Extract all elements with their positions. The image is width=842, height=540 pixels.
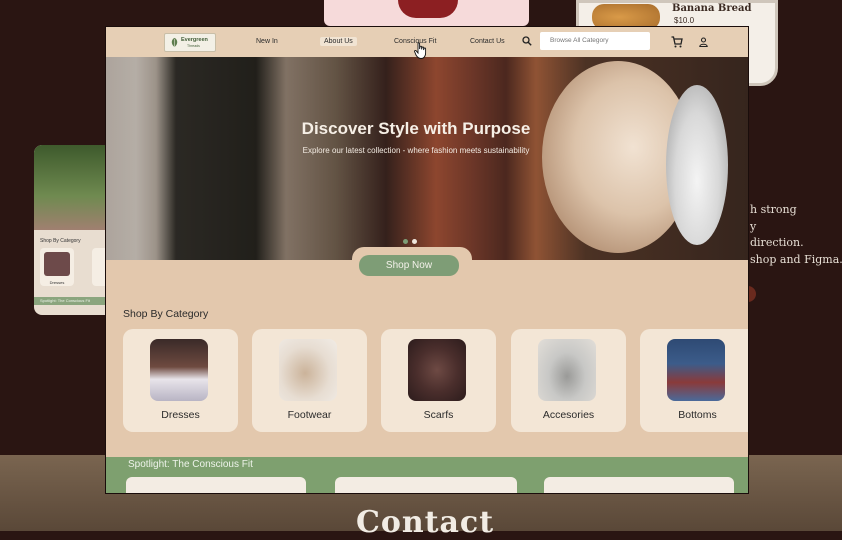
category-label: Scarfs [423, 409, 454, 421]
brand-logo[interactable]: Evergreen Threads [164, 33, 216, 52]
category-card-accesories[interactable]: Accesories [511, 329, 626, 432]
category-label: Accesories [542, 409, 595, 421]
hero-oval-photo [666, 85, 728, 245]
leaf-icon [171, 37, 178, 48]
category-section-title: Shop By Category [123, 308, 209, 320]
background-seal-image [398, 0, 458, 18]
description-line: direction. [750, 236, 804, 249]
category-label: Bottoms [678, 409, 717, 421]
hand-cursor-icon [414, 42, 427, 59]
spotlight-title: Spotlight: The Conscious Fit [128, 459, 253, 470]
nav-link-about-us[interactable]: About Us [320, 37, 357, 46]
scarfs-image [408, 339, 466, 401]
category-card-bottoms[interactable]: Bottoms [640, 329, 748, 432]
category-card-footwear[interactable]: Footwear [252, 329, 367, 432]
background-description: h strong y direction. shop and Figma. [750, 202, 842, 268]
logo-wordmark: Evergreen [181, 37, 208, 43]
description-line: shop and Figma. [750, 252, 842, 266]
website-window: Evergreen Threads New In About Us Consci… [106, 27, 748, 493]
mockup-hero-image [34, 145, 114, 230]
mockup-spotlight-text: Spotlight: The Conscious Fit [40, 298, 90, 303]
category-label: Footwear [287, 409, 332, 421]
background-contact-heading: Contact [355, 505, 495, 540]
shop-now-button[interactable]: Shop Now [359, 255, 459, 276]
product-name: Banana Bread [672, 3, 752, 14]
accesories-image [538, 339, 596, 401]
dresses-image [150, 339, 208, 401]
bottoms-image [667, 339, 725, 401]
nav-link-contact-us[interactable]: Contact Us [470, 38, 505, 45]
nav-link-new-in[interactable]: New In [256, 38, 278, 45]
logo-tagline: Threads [187, 44, 200, 48]
search-icon[interactable] [522, 36, 532, 46]
user-icon[interactable] [699, 37, 708, 47]
mockup-tile-image [44, 252, 70, 276]
category-label: Dresses [161, 409, 200, 421]
mockup-tile-label: Dresses [49, 280, 65, 285]
carousel-dot[interactable] [412, 239, 417, 244]
cart-icon[interactable] [671, 36, 683, 48]
hero-title: Discover Style with Purpose [301, 119, 531, 138]
product-price: $10.0 [674, 16, 695, 25]
description-line: y [750, 219, 757, 233]
mockup-category-label: Shop By Category [40, 238, 81, 244]
spotlight-card[interactable] [335, 477, 517, 493]
spotlight-card[interactable] [126, 477, 306, 493]
hero-subtitle: Explore our latest collection - where fa… [302, 146, 530, 155]
carousel-dot-active[interactable] [403, 239, 408, 244]
category-card-dresses[interactable]: Dresses [123, 329, 238, 432]
description-line: h strong [750, 203, 797, 216]
category-card-scarfs[interactable]: Scarfs [381, 329, 496, 432]
footwear-image [279, 339, 337, 401]
spotlight-card[interactable] [544, 477, 734, 493]
hero-banner [106, 57, 748, 260]
category-search-input[interactable] [540, 32, 650, 50]
